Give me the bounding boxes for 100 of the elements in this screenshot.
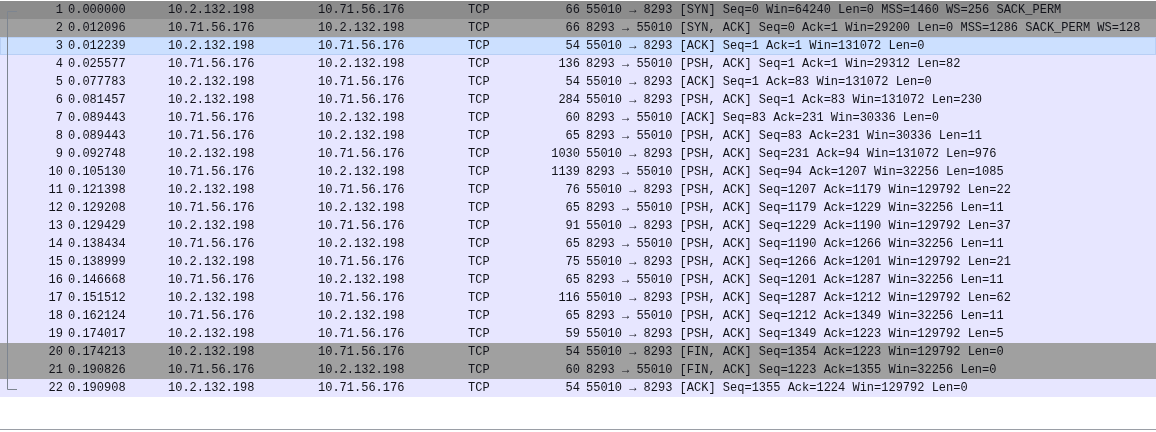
table-cell-text: 59 <box>564 326 580 343</box>
table-cell-text: 10.71.56.176 <box>318 182 406 199</box>
table-cell-text: 0.092748 <box>67 146 127 163</box>
table-cell-text: 55010 → 8293 [ACK] Seq=1 Ack=83 Win=131072 Len=0 <box>585 74 932 91</box>
table-cell-text: 91 <box>564 218 580 235</box>
table-cell-text: 0.174017 <box>67 326 127 343</box>
table-cell-text: TCP <box>468 56 491 73</box>
table-cell-text: 10.71.56.176 <box>318 326 406 343</box>
table-cell-text: 10.71.56.176 <box>168 236 256 253</box>
table-cell-text: 10.71.56.176 <box>168 110 256 127</box>
packet-row[interactable]: 21 0.190826 10.71.56.176 10.2.132.198 TCP 60 8293 → 55010 [FIN, ACK] Seq=1223 Ack=1355 Win=32256 Len=0 <box>0 361 1156 379</box>
packet-row[interactable]: 2 0.012096 10.71.56.176 10.2.132.198 TCP 66 8293 → 55010 [SYN, ACK] Seq=0 Ack=1 Win=29200 Len=0 MSS=1286 SACK_PERM WS=128 <box>0 19 1156 37</box>
table-cell-text: 55010 → 8293 [SYN] Seq=0 Win=64240 Len=0 MSS=1460 WS=256 SACK_PERM <box>585 2 1062 19</box>
table-cell-text: 10.71.56.176 <box>318 74 406 91</box>
table-cell-text: 10.2.132.198 <box>168 326 256 343</box>
table-cell-text: 19 <box>47 326 63 343</box>
table-cell-text: 11 <box>47 182 63 199</box>
table-cell-text: 65 <box>564 236 580 253</box>
table-cell-text: 10.71.56.176 <box>168 272 256 289</box>
table-cell-text: 1 <box>54 2 63 19</box>
table-cell-text: 10.71.56.176 <box>168 128 256 145</box>
table-cell-text: 55010 → 8293 [PSH, ACK] Seq=1207 Ack=1179 Win=129792 Len=22 <box>585 182 1011 199</box>
table-cell-text: 60 <box>564 362 580 379</box>
table-cell-text: 65 <box>564 272 580 289</box>
table-cell-text: 10.2.132.198 <box>318 110 406 127</box>
table-cell-text: 65 <box>564 200 580 217</box>
table-cell-text: 136 <box>557 56 580 73</box>
packet-row[interactable]: 8 0.089443 10.71.56.176 10.2.132.198 TCP 65 8293 → 55010 [PSH, ACK] Seq=83 Ack=231 Win=30336 Len=11 <box>0 127 1156 145</box>
table-cell-text: 10.2.132.198 <box>318 362 406 379</box>
table-cell-text: 55010 → 8293 [PSH, ACK] Seq=1266 Ack=1201 Win=129792 Len=21 <box>585 254 1011 271</box>
table-cell-text: 10.2.132.198 <box>168 92 256 109</box>
table-cell-text: 9 <box>54 146 63 163</box>
table-cell-text: 10.2.132.198 <box>318 308 406 325</box>
table-cell-text: TCP <box>468 380 491 397</box>
packet-row[interactable]: 6 0.081457 10.2.132.198 10.71.56.176 TCP 284 55010 → 8293 [PSH, ACK] Seq=1 Ack=83 Win=131072 Len=230 <box>0 91 1156 109</box>
table-cell-text: TCP <box>468 38 491 55</box>
table-cell-text: 1030 <box>550 146 580 163</box>
packet-row[interactable]: 4 0.025577 10.71.56.176 10.2.132.198 TCP 136 8293 → 55010 [PSH, ACK] Seq=1 Ack=1 Win=29312 Len=82 <box>0 55 1156 73</box>
table-cell-text: 10.71.56.176 <box>168 56 256 73</box>
table-cell-text: 10.71.56.176 <box>168 20 256 37</box>
packet-row[interactable]: 5 0.077783 10.2.132.198 10.71.56.176 TCP 54 55010 → 8293 [ACK] Seq=1 Ack=83 Win=131072 Len=0 <box>0 73 1156 91</box>
table-cell-text: 10.71.56.176 <box>168 200 256 217</box>
table-cell-text: 6 <box>54 92 63 109</box>
table-cell-text: 8293 → 55010 [PSH, ACK] Seq=1190 Ack=1266 Win=32256 Len=11 <box>585 236 1004 253</box>
table-cell-text: 20 <box>47 344 63 361</box>
table-cell-text: 10.2.132.198 <box>168 254 256 271</box>
packet-row[interactable]: 20 0.174213 10.2.132.198 10.71.56.176 TCP 54 55010 → 8293 [FIN, ACK] Seq=1354 Ack=1223 Win=129792 Len=0 <box>0 343 1156 361</box>
table-cell-text: 10.2.132.198 <box>168 182 256 199</box>
packet-row[interactable]: 22 0.190908 10.2.132.198 10.71.56.176 TCP 54 55010 → 8293 [ACK] Seq=1355 Ack=1224 Win=129792 Len=0 <box>0 379 1156 397</box>
packet-row[interactable]: 3 0.012239 10.2.132.198 10.71.56.176 TCP 54 55010 → 8293 [ACK] Seq=1 Ack=1 Win=131072 Len=0 <box>0 37 1156 55</box>
table-cell-text: 0.012239 <box>67 38 127 55</box>
table-cell-text: 55010 → 8293 [FIN, ACK] Seq=1354 Ack=1223 Win=129792 Len=0 <box>585 344 1004 361</box>
table-cell-text: 0.146668 <box>67 272 127 289</box>
table-cell-text: 55010 → 8293 [ACK] Seq=1 Ack=1 Win=131072 Len=0 <box>585 38 925 55</box>
table-cell-text: 0.174213 <box>67 344 127 361</box>
table-cell-text: 10.71.56.176 <box>318 2 406 19</box>
table-cell-text: 0.190908 <box>67 380 127 397</box>
table-cell-text: 0.025577 <box>67 56 127 73</box>
table-cell-text: 13 <box>47 218 63 235</box>
table-cell-text: 10.71.56.176 <box>318 380 406 397</box>
table-cell-text: 2 <box>54 20 63 37</box>
table-cell-text: 8293 → 55010 [PSH, ACK] Seq=1 Ack=1 Win=29312 Len=82 <box>585 56 961 73</box>
table-cell-text: 65 <box>564 308 580 325</box>
table-cell-text: 0.190826 <box>67 362 127 379</box>
table-cell-text: 8293 → 55010 [SYN, ACK] Seq=0 Ack=1 Win=29200 Len=0 MSS=1286 SACK_PERM WS=128 <box>585 20 1141 37</box>
packet-row[interactable]: 16 0.146668 10.71.56.176 10.2.132.198 TCP 65 8293 → 55010 [PSH, ACK] Seq=1201 Ack=1287 Win=32256 Len=11 <box>0 271 1156 289</box>
packet-row[interactable]: 15 0.138999 10.2.132.198 10.71.56.176 TCP 75 55010 → 8293 [PSH, ACK] Seq=1266 Ack=1201 Win=129792 Len=21 <box>0 253 1156 271</box>
packet-row[interactable]: 10 0.105130 10.71.56.176 10.2.132.198 TCP 1139 8293 → 55010 [PSH, ACK] Seq=94 Ack=1207 Win=32256 Len=1085 <box>0 163 1156 181</box>
table-cell-text: 10.71.56.176 <box>318 254 406 271</box>
table-cell-text: 16 <box>47 272 63 289</box>
table-cell-text: TCP <box>468 128 491 145</box>
table-cell-text: 55010 → 8293 [ACK] Seq=1355 Ack=1224 Win=129792 Len=0 <box>585 380 968 397</box>
table-cell-text: 10.2.132.198 <box>318 200 406 217</box>
table-cell-text: 10.2.132.198 <box>168 380 256 397</box>
packet-row[interactable]: 1 0.000000 10.2.132.198 10.71.56.176 TCP 66 55010 → 8293 [SYN] Seq=0 Win=64240 Len=0 MSS=1460 WS=256 SACK_PERM <box>0 1 1156 19</box>
packet-row[interactable]: 18 0.162124 10.71.56.176 10.2.132.198 TCP 65 8293 → 55010 [PSH, ACK] Seq=1212 Ack=1349 Win=32256 Len=11 <box>0 307 1156 325</box>
table-cell-text: 0.162124 <box>67 308 127 325</box>
table-cell-text: 60 <box>564 110 580 127</box>
table-cell-text: 10.71.56.176 <box>318 290 406 307</box>
packet-row[interactable]: 12 0.129208 10.71.56.176 10.2.132.198 TCP 65 8293 → 55010 [PSH, ACK] Seq=1179 Ack=1229 Win=32256 Len=11 <box>0 199 1156 217</box>
packet-row[interactable]: 11 0.121398 10.2.132.198 10.71.56.176 TCP 76 55010 → 8293 [PSH, ACK] Seq=1207 Ack=1179 Win=129792 Len=22 <box>0 181 1156 199</box>
table-cell-text: 10.2.132.198 <box>318 20 406 37</box>
packet-row[interactable]: 14 0.138434 10.71.56.176 10.2.132.198 TCP 65 8293 → 55010 [PSH, ACK] Seq=1190 Ack=1266 Win=32256 Len=11 <box>0 235 1156 253</box>
table-cell-text: 66 <box>564 2 580 19</box>
table-cell-text: 10.71.56.176 <box>318 218 406 235</box>
table-cell-text: 0.151512 <box>67 290 127 307</box>
table-cell-text: 54 <box>564 74 580 91</box>
packet-row[interactable]: 17 0.151512 10.2.132.198 10.71.56.176 TCP 116 55010 → 8293 [PSH, ACK] Seq=1287 Ack=1212 Win=129792 Len=62 <box>0 289 1156 307</box>
table-cell-text: 55010 → 8293 [PSH, ACK] Seq=1349 Ack=1223 Win=129792 Len=5 <box>585 326 1004 343</box>
table-cell-text: 66 <box>564 20 580 37</box>
table-cell-text: 10.2.132.198 <box>168 38 256 55</box>
packet-row[interactable]: 19 0.174017 10.2.132.198 10.71.56.176 TCP 59 55010 → 8293 [PSH, ACK] Seq=1349 Ack=1223 Win=129792 Len=5 <box>0 325 1156 343</box>
table-cell-text: 8293 → 55010 [ACK] Seq=83 Ack=231 Win=30336 Len=0 <box>585 110 939 127</box>
table-cell-text: 10.2.132.198 <box>318 272 406 289</box>
table-cell-text: 10.2.132.198 <box>168 290 256 307</box>
packet-row[interactable]: 13 0.129429 10.2.132.198 10.71.56.176 TCP 91 55010 → 8293 [PSH, ACK] Seq=1229 Ack=1190 Win=129792 Len=37 <box>0 217 1156 235</box>
packet-row[interactable]: 9 0.092748 10.2.132.198 10.71.56.176 TCP 1030 55010 → 8293 [PSH, ACK] Seq=231 Ack=94 Win=131072 Len=976 <box>0 145 1156 163</box>
table-cell-text: 8293 → 55010 [PSH, ACK] Seq=1179 Ack=1229 Win=32256 Len=11 <box>585 200 1004 217</box>
packet-row[interactable]: 7 0.089443 10.71.56.176 10.2.132.198 TCP 60 8293 → 55010 [ACK] Seq=83 Ack=231 Win=30336 Len=0 <box>0 109 1156 127</box>
table-cell-text: 55010 → 8293 [PSH, ACK] Seq=1229 Ack=1190 Win=129792 Len=37 <box>585 218 1011 235</box>
